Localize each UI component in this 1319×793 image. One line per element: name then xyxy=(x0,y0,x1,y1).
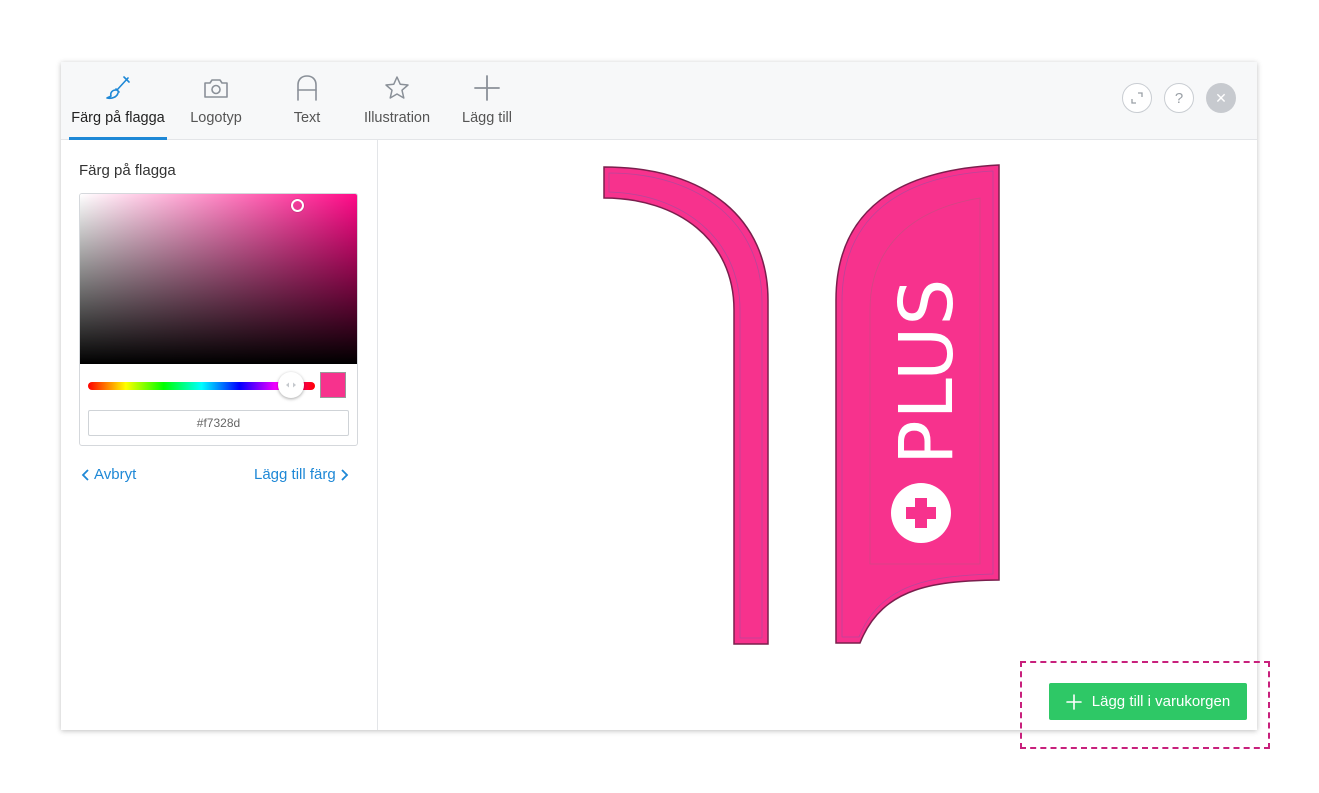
panel-title: Färg på flagga xyxy=(79,162,176,179)
help-button[interactable]: ? xyxy=(1164,83,1194,113)
tab-flag-color[interactable]: Färg på flagga xyxy=(69,62,167,140)
saturation-handle[interactable] xyxy=(291,199,304,212)
plus-icon xyxy=(474,73,500,103)
hue-slider-handle[interactable] xyxy=(278,372,304,398)
add-color-link[interactable]: Lägg till färg xyxy=(254,466,349,483)
add-to-cart-label: Lägg till i varukorgen xyxy=(1091,693,1231,710)
tab-label: Logotyp xyxy=(190,110,242,126)
tab-logo[interactable]: Logotyp xyxy=(184,62,248,139)
chevron-left-icon xyxy=(81,468,89,481)
flag-text: PLUS xyxy=(884,278,970,465)
brush-icon xyxy=(105,73,131,103)
plus-icon xyxy=(1065,693,1082,710)
close-button[interactable]: ✕ xyxy=(1206,83,1236,113)
flag-designer-window: Färg på flagga Logotyp Text Illustration… xyxy=(61,62,1257,730)
flag-preview: PLUS xyxy=(603,164,1000,645)
design-canvas: PLUS xyxy=(378,140,1257,730)
add-to-cart-button[interactable]: Lägg till i varukorgen xyxy=(1049,683,1247,720)
color-sidebar: Färg på flagga Avbryt Lägg till färg xyxy=(61,140,378,730)
tab-label: Lägg till xyxy=(462,110,512,126)
letter-a-icon xyxy=(295,73,319,103)
tab-add[interactable]: Lägg till xyxy=(457,62,517,139)
help-icon: ? xyxy=(1174,89,1184,107)
tab-text[interactable]: Text xyxy=(283,62,331,139)
flag-pole-sleeve xyxy=(603,166,769,645)
saturation-value-area[interactable] xyxy=(80,194,357,364)
cancel-link[interactable]: Avbryt xyxy=(81,466,136,483)
close-icon: ✕ xyxy=(1215,89,1227,106)
star-icon xyxy=(384,73,410,103)
cancel-label: Avbryt xyxy=(94,466,137,483)
color-swatch xyxy=(320,372,346,398)
toolbar: Färg på flagga Logotyp Text Illustration… xyxy=(61,62,1257,140)
add-color-label: Lägg till färg xyxy=(254,466,336,483)
hue-slider[interactable] xyxy=(88,372,315,398)
color-picker xyxy=(79,193,358,446)
expand-icon xyxy=(1131,92,1143,104)
tab-label: Text xyxy=(293,110,321,126)
camera-icon xyxy=(203,73,229,103)
tab-label: Färg på flagga xyxy=(71,110,165,126)
tab-label: Illustration xyxy=(363,110,431,126)
expand-button[interactable] xyxy=(1122,83,1152,113)
hex-input[interactable] xyxy=(88,410,349,436)
drag-arrows-icon xyxy=(286,382,296,388)
tab-illustration[interactable]: Illustration xyxy=(359,62,435,139)
chevron-right-icon xyxy=(341,468,348,481)
